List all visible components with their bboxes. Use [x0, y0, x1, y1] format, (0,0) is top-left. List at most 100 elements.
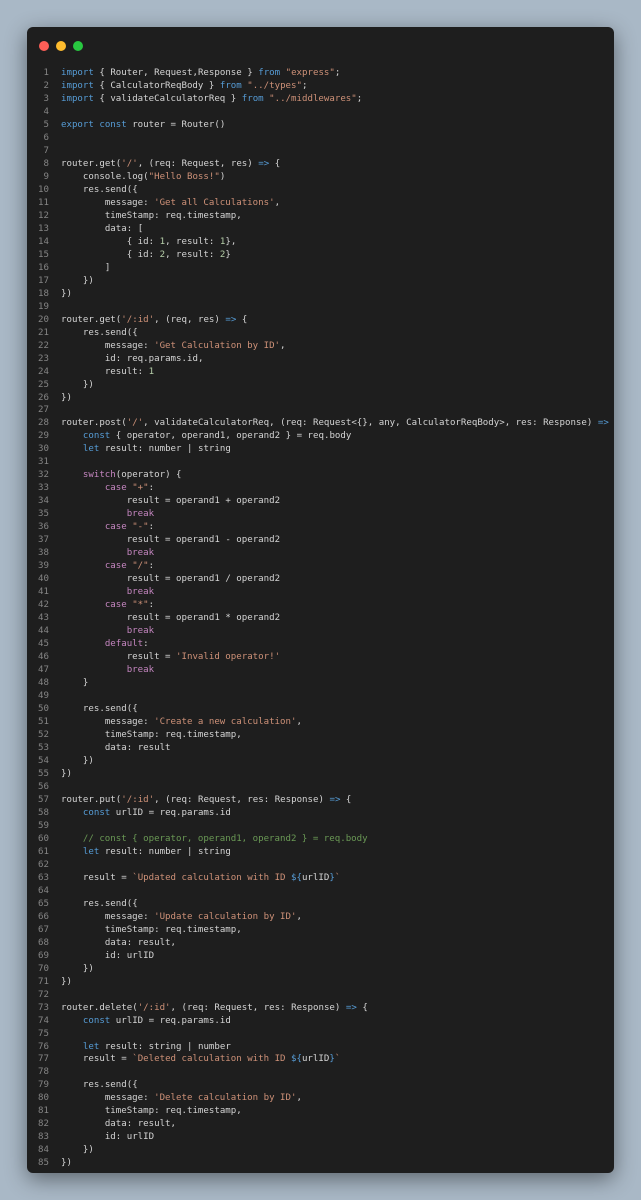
code-line: 4	[27, 106, 614, 119]
code-line: 39 case "/":	[27, 560, 614, 573]
code-text: message: 'Get Calculation by ID',	[104, 340, 286, 351]
line-number: 69	[38, 950, 49, 961]
code-line: 28 router.post('/', validateCalculatorReq…	[27, 417, 614, 430]
code-line: 1 import { Router, Request,Response } fro…	[27, 67, 614, 80]
line-number: 29	[38, 431, 49, 442]
code-text: import { validateCalculatorReq } from ".…	[61, 93, 363, 104]
line-number: 24	[38, 366, 49, 377]
code-line: 31	[27, 456, 614, 469]
line-number: 11	[38, 197, 49, 208]
code-line: 53 data: result	[27, 742, 614, 755]
line-number: 76	[38, 1041, 49, 1052]
code-line: 10 res.send({	[27, 184, 614, 197]
code-text: timeStamp: req.timestamp,	[104, 210, 242, 221]
code-line: 15 { id: 2, result: 2}	[27, 249, 614, 262]
line-number: 8	[43, 158, 49, 169]
code-text: })	[82, 1145, 94, 1156]
line-number: 55	[38, 768, 49, 779]
code-text: })	[82, 963, 94, 974]
line-number: 74	[38, 1015, 49, 1026]
code-text: router.get('/', (req: Request, res) => {	[61, 158, 281, 169]
code-text: let result: number | string	[82, 444, 231, 455]
code-line: 82 data: result,	[27, 1118, 614, 1131]
line-number: 78	[38, 1067, 49, 1078]
code-line: 68 data: result,	[27, 937, 614, 950]
code-text: })	[61, 976, 72, 987]
code-line: 14 { id: 1, result: 1},	[27, 236, 614, 249]
line-number: 70	[38, 963, 49, 974]
code-line: 34 result = operand1 + operand2	[27, 495, 614, 508]
code-text: message: 'Delete calculation by ID',	[104, 1093, 302, 1104]
code-line: 55})	[27, 768, 614, 781]
code-text: router.get('/:id', (req, res) => {	[61, 314, 248, 325]
code-text: })	[82, 379, 94, 390]
line-number: 2	[43, 80, 49, 91]
line-number: 58	[38, 807, 49, 818]
code-line: 70 })	[27, 963, 614, 976]
code-text: let result: number | string	[82, 846, 231, 857]
code-text: // const { operator, operand1, operand2 …	[82, 833, 368, 844]
line-number: 85	[38, 1158, 49, 1169]
code-line: 78	[27, 1066, 614, 1079]
code-line: 62	[27, 859, 614, 872]
line-number: 19	[38, 301, 49, 312]
code-line: 8 router.get('/', (req: Request, res) => …	[27, 158, 614, 171]
code-line: 74 const urlID = req.params.id	[27, 1015, 614, 1028]
code-text: data: result,	[104, 937, 177, 948]
code-text: break	[126, 665, 155, 676]
code-line: 22 message: 'Get Calculation by ID',	[27, 340, 614, 353]
code-text: router.delete('/:id', (req: Request, res…	[61, 1002, 368, 1013]
code-line: 76 let result: string | number	[27, 1041, 614, 1054]
line-number: 77	[38, 1054, 49, 1065]
code-line: 56	[27, 781, 614, 794]
line-number: 34	[38, 496, 49, 507]
code-text: timeStamp: req.timestamp,	[104, 729, 242, 740]
code-line: 44 break	[27, 625, 614, 638]
line-number: 72	[38, 989, 49, 1000]
code-line: 52 timeStamp: req.timestamp,	[27, 729, 614, 742]
line-number: 44	[38, 626, 49, 637]
code-text: ]	[104, 262, 111, 273]
line-number: 27	[38, 405, 49, 416]
code-text: result = operand1 / operand2	[126, 574, 281, 585]
line-number: 21	[38, 327, 49, 338]
maximize-dot-icon[interactable]	[73, 41, 83, 51]
line-number: 31	[38, 457, 49, 468]
code-line: 30 let result: number | string	[27, 443, 614, 456]
code-line: 57 router.put('/:id', (req: Request, res:…	[27, 794, 614, 807]
code-text: result = 'Invalid operator!'	[126, 652, 281, 663]
line-number: 10	[38, 184, 49, 195]
code-text: result: 1	[104, 366, 155, 377]
line-number: 59	[38, 820, 49, 831]
code-line: 65 res.send({	[27, 898, 614, 911]
code-line: 60 // const { operator, operand1, operan…	[27, 833, 614, 846]
line-number: 60	[38, 833, 49, 844]
code-text: { id: 2, result: 2}	[126, 249, 231, 260]
code-text: router.put('/:id', (req: Request, res: R…	[61, 794, 352, 805]
code-line: 48 }	[27, 677, 614, 690]
line-number: 84	[38, 1145, 49, 1156]
code-line: 47 break	[27, 664, 614, 677]
code-line: 25 })	[27, 379, 614, 392]
code-text: })	[82, 755, 94, 766]
code-text: message: 'Update calculation by ID',	[104, 911, 302, 922]
code-text: break	[126, 626, 155, 637]
line-number: 45	[38, 639, 49, 650]
line-number: 54	[38, 755, 49, 766]
line-number: 56	[38, 781, 49, 792]
line-number: 14	[38, 236, 49, 247]
code-line: 67 timeStamp: req.timestamp,	[27, 924, 614, 937]
code-line: 84 })	[27, 1144, 614, 1157]
code-line: 7	[27, 145, 614, 158]
line-number: 22	[38, 340, 49, 351]
close-dot-icon[interactable]	[39, 41, 49, 51]
code-text: res.send({	[82, 327, 138, 338]
line-number: 4	[43, 106, 49, 117]
code-line: 85})	[27, 1157, 614, 1170]
line-number: 81	[38, 1106, 49, 1117]
code-text: case "/":	[104, 561, 155, 572]
code-line: 45 default:	[27, 638, 614, 651]
code-text: }	[82, 678, 89, 689]
minimize-dot-icon[interactable]	[56, 41, 66, 51]
line-number: 66	[38, 911, 49, 922]
